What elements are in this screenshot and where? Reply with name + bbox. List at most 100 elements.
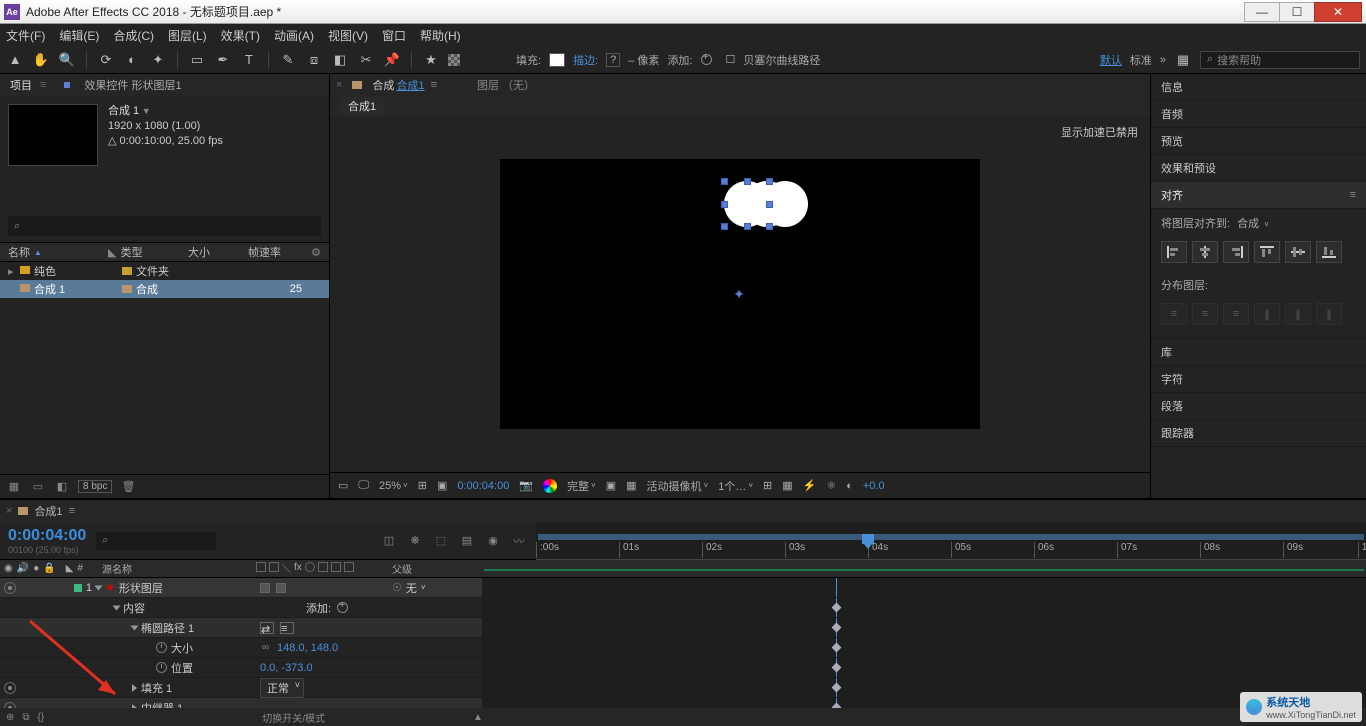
workspace-default[interactable]: 默认 xyxy=(1100,52,1122,68)
draft3d-icon[interactable]: ❋ xyxy=(406,532,424,550)
prop-value[interactable]: 148.0, 148.0 xyxy=(277,642,338,654)
reset-exposure-icon[interactable]: ◐ xyxy=(846,480,853,492)
comp-subtab[interactable]: 合成1 xyxy=(340,97,384,115)
maximize-button[interactable]: ☐ xyxy=(1279,2,1315,22)
layer-prop-contents[interactable]: 内容 添加: xyxy=(0,598,1366,618)
bezier-label[interactable]: 贝塞尔曲线路径 xyxy=(743,52,820,68)
hand-tool-icon[interactable]: ✋ xyxy=(32,51,50,69)
fast-preview-icon[interactable]: ⚡ xyxy=(803,479,817,492)
panel-preview[interactable]: 预览 xyxy=(1151,128,1366,155)
zoom-tool-icon[interactable]: 🔍 xyxy=(58,51,76,69)
toggle-icon[interactable]: {} xyxy=(38,712,45,723)
workspace-more[interactable]: » xyxy=(1160,54,1166,66)
transparency-icon[interactable]: ▦ xyxy=(626,479,636,492)
visibility-toggle[interactable] xyxy=(4,582,16,594)
grid-icon[interactable]: ⊞ xyxy=(763,479,772,492)
roi-icon[interactable]: ▣ xyxy=(606,479,616,492)
col-type[interactable]: 类型 xyxy=(120,244,142,260)
layer-row-shape[interactable]: 1 ★形状图层 ☉无˅ xyxy=(0,578,1366,598)
fill-swatch[interactable] xyxy=(549,53,565,67)
blend-mode-dropdown[interactable]: 正常 xyxy=(260,678,304,698)
col-name[interactable]: 名称 xyxy=(8,244,30,260)
align-vcenter-icon[interactable] xyxy=(1285,241,1311,263)
tab-close-icon[interactable]: × xyxy=(336,79,342,91)
rectangle-tool-icon[interactable]: ▭ xyxy=(188,51,206,69)
trash-icon[interactable]: 🗑 xyxy=(120,479,136,495)
tab-menu-icon[interactable]: ≡ xyxy=(40,79,46,91)
flowchart-icon[interactable]: ⚙ xyxy=(311,246,321,259)
project-row-comp[interactable]: 合成 1 合成 25 xyxy=(0,280,329,298)
current-time[interactable]: 0:00:04:00 xyxy=(457,480,509,492)
new-folder-icon[interactable]: ▭ xyxy=(30,479,46,495)
stopwatch-icon[interactable] xyxy=(156,642,167,653)
motion-blur-icon[interactable]: ◉ xyxy=(484,532,502,550)
layer-prop-repeater[interactable]: 中继器 1 xyxy=(0,698,1366,708)
zoom-dropdown[interactable]: 25% ˅ xyxy=(379,480,408,492)
prop-value[interactable]: 0.0, -373.0 xyxy=(260,662,313,674)
menu-file[interactable]: 文件(F) xyxy=(6,27,45,44)
menu-window[interactable]: 窗口 xyxy=(382,27,406,44)
exposure-value[interactable]: +0.0 xyxy=(863,480,885,492)
layer-prop-size[interactable]: 大小 ∞148.0, 148.0 xyxy=(0,638,1366,658)
safe-icon[interactable]: ⊞ xyxy=(418,479,427,492)
layer-prop-position[interactable]: 位置 0.0, -373.0 xyxy=(0,658,1366,678)
align-right-icon[interactable] xyxy=(1223,241,1249,263)
path-comp-link[interactable]: 合成1 xyxy=(396,77,424,93)
layer-prop-ellipse-path[interactable]: 椭圆路径 1 ⇄≡ xyxy=(0,618,1366,638)
toggle-icon[interactable]: ⧉ xyxy=(22,712,29,723)
tab-effect-controls[interactable]: 效果控件 形状图层1 xyxy=(80,75,185,95)
close-button[interactable]: ✕ xyxy=(1314,2,1362,22)
roto-tool-icon[interactable]: ✂ xyxy=(357,51,375,69)
clone-tool-icon[interactable]: ⧈ xyxy=(305,51,323,69)
tab-close-icon[interactable]: × xyxy=(6,505,12,517)
panel-libraries[interactable]: 库 xyxy=(1151,339,1366,366)
camera-dropdown[interactable]: 活动摄像机 ˅ xyxy=(647,478,709,494)
stroke-swatch[interactable]: ? xyxy=(606,53,620,67)
text-tool-icon[interactable]: T xyxy=(240,51,258,69)
visibility-toggle[interactable] xyxy=(4,702,16,709)
selection-tool-icon[interactable]: ▲ xyxy=(6,51,24,69)
toggle-icon[interactable]: ⊕ xyxy=(6,712,14,723)
graph-icon[interactable]: 〰 xyxy=(510,532,528,550)
add-icon[interactable] xyxy=(337,602,348,613)
time-ruler[interactable]: :00s 01s 02s 03s 04s 05s 06s 07s 08s 09s… xyxy=(536,522,1366,559)
composition-canvas[interactable]: ✦ xyxy=(500,159,980,429)
menu-help[interactable]: 帮助(H) xyxy=(420,27,461,44)
layer-prop-fill[interactable]: 填充 1 正常 xyxy=(0,678,1366,698)
add-icon[interactable] xyxy=(701,54,712,65)
panel-menu-icon[interactable]: ≡ xyxy=(1350,189,1356,201)
col-source-name[interactable]: 源名称 xyxy=(96,561,256,576)
resolution-dropdown[interactable]: 完整 ˅ xyxy=(567,478,596,494)
align-bottom-icon[interactable] xyxy=(1316,241,1342,263)
panel-paragraph[interactable]: 段落 xyxy=(1151,393,1366,420)
align-hcenter-icon[interactable] xyxy=(1192,241,1218,263)
star-icon[interactable]: ★ xyxy=(422,51,440,69)
shy-icon[interactable]: ⬚ xyxy=(432,532,450,550)
align-to-value[interactable]: 合成 xyxy=(1237,218,1259,230)
puppet-tool-icon[interactable]: 📌 xyxy=(383,51,401,69)
stroke-label[interactable]: 描边: xyxy=(573,52,598,68)
monitor-icon[interactable]: 🖵 xyxy=(358,479,369,492)
switch-modes-label[interactable]: 切换开关/模式 xyxy=(262,710,325,725)
visibility-toggle[interactable] xyxy=(4,682,16,694)
link-icon[interactable]: ∞ xyxy=(260,642,271,653)
comp-mini-icon[interactable]: ◫ xyxy=(380,532,398,550)
menu-layer[interactable]: 图层(L) xyxy=(168,27,207,44)
playhead[interactable] xyxy=(862,534,874,548)
panel-info[interactable]: 信息 xyxy=(1151,74,1366,101)
view-dropdown[interactable]: 1个… ˅ xyxy=(718,478,753,494)
eraser-tool-icon[interactable]: ◧ xyxy=(331,51,349,69)
anchor-tool-icon[interactable]: ✦ xyxy=(149,51,167,69)
channel-icon[interactable] xyxy=(543,479,557,493)
current-timecode[interactable]: 0:00:04:00 xyxy=(8,527,86,545)
panel-audio[interactable]: 音频 xyxy=(1151,101,1366,128)
panel-character[interactable]: 字符 xyxy=(1151,366,1366,393)
workspace-icon[interactable]: ▦ xyxy=(1174,51,1192,69)
panel-effects-presets[interactable]: 效果和预设 xyxy=(1151,155,1366,182)
panel-align[interactable]: 对齐 ≡ xyxy=(1151,182,1366,209)
search-help[interactable]: ⌕ 搜索帮助 xyxy=(1200,51,1360,69)
layer-duration-bar[interactable] xyxy=(484,569,1364,571)
rotate-tool-icon[interactable]: ◐ xyxy=(123,51,141,69)
menu-edit[interactable]: 编辑(E) xyxy=(59,27,99,44)
brush-tool-icon[interactable]: ✎ xyxy=(279,51,297,69)
